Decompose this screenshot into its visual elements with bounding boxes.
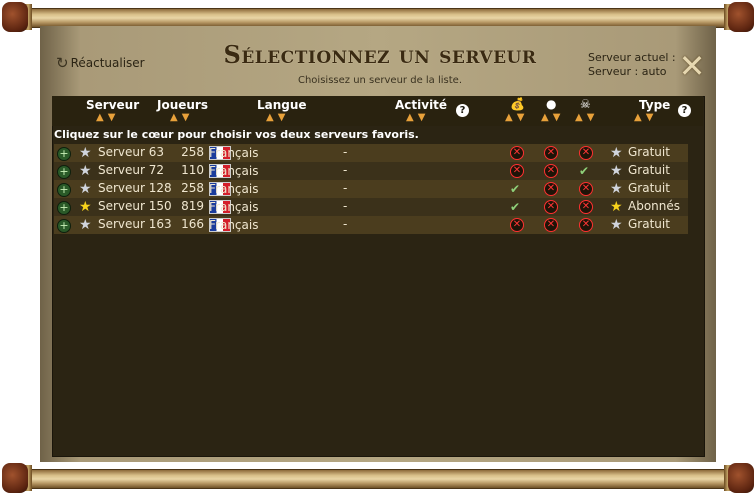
server-name: Serveur 72 xyxy=(98,163,165,177)
favorite-heart-icon[interactable]: + xyxy=(57,219,71,233)
column-activity[interactable]: Activité xyxy=(395,98,447,112)
refresh-icon: ↻ xyxy=(56,54,69,72)
server-activity: - xyxy=(343,217,348,231)
server-players: 258 xyxy=(181,181,204,195)
server-players: 258 xyxy=(181,145,204,159)
sort-arrows-type[interactable]: ▲▼ xyxy=(634,112,657,123)
current-server-label: Serveur actuel : xyxy=(588,51,676,64)
server-type: Gratuit xyxy=(628,145,670,159)
column-server[interactable]: Serveur xyxy=(86,98,139,112)
server-name: Serveur 163 xyxy=(98,217,172,231)
table-row[interactable]: + ★ Serveur 128 258 Français - ✔ ✕ ✕ ★ Gratuit xyxy=(54,180,688,198)
server-type: Gratuit xyxy=(628,163,670,177)
server-type: Gratuit xyxy=(628,217,670,231)
favorite-heart-icon[interactable]: + xyxy=(57,147,71,161)
favorites-hint: Cliquez sur le cœur pour choisir vos deu… xyxy=(54,128,419,141)
sort-arrows-pvp[interactable]: ▲▼ xyxy=(575,112,598,123)
server-activity: - xyxy=(343,145,348,159)
column-header-row xyxy=(52,96,703,126)
page-title: Sélectionnez un serveur xyxy=(223,40,537,69)
server-type: Abonnés xyxy=(628,199,681,213)
server-activity: - xyxy=(343,163,348,177)
favorite-heart-icon[interactable]: + xyxy=(57,201,71,215)
server-name: Serveur 63 xyxy=(98,145,165,159)
sort-arrows-language[interactable]: ▲▼ xyxy=(266,112,289,123)
column-language[interactable]: Langue xyxy=(257,98,307,112)
page-subtitle: Choisissez un serveur de la liste. xyxy=(297,75,462,86)
favorite-heart-icon[interactable]: + xyxy=(57,165,71,179)
table-row[interactable]: + ★ Serveur 72 110 Français - ✕ ✕ ✔ ★ Gratuit xyxy=(54,162,688,180)
type-help-icon[interactable]: ? xyxy=(678,104,691,117)
type-star-icon: ★ xyxy=(610,199,623,215)
current-server-info: Serveur actuel : Serveur : auto xyxy=(588,51,676,79)
column-type[interactable]: Type xyxy=(639,98,670,112)
table-row[interactable]: + ★ Serveur 163 166 Français - ✕ ✕ ✕ ★ Gratuit xyxy=(54,216,688,234)
refresh-button[interactable]: ↻ Réactualiser xyxy=(56,54,145,72)
activity-help-icon[interactable]: ? xyxy=(456,104,469,117)
type-star-icon: ★ xyxy=(610,145,623,161)
server-star-icon: ★ xyxy=(79,217,92,233)
current-server-value: Serveur : auto xyxy=(588,65,667,78)
server-players: 110 xyxy=(181,163,204,177)
favorite-heart-icon[interactable]: + xyxy=(57,183,71,197)
sort-arrows-activity[interactable]: ▲▼ xyxy=(406,112,429,123)
server-star-icon: ★ xyxy=(79,199,92,215)
server-star-icon: ★ xyxy=(79,181,92,197)
sort-arrows-members[interactable]: ▲▼ xyxy=(505,112,528,123)
column-players[interactable]: Joueurs xyxy=(157,98,208,112)
table-row[interactable]: + ★ Serveur 150 819 Français - ✔ ✕ ✕ ★ Abonnés xyxy=(54,198,688,216)
server-name: Serveur 150 xyxy=(98,199,172,213)
refresh-label: Réactualiser xyxy=(70,56,145,70)
sort-arrows-lootshare[interactable]: ▲▼ xyxy=(541,112,564,123)
scroll-bottom-rod xyxy=(0,461,756,495)
server-name: Serveur 128 xyxy=(98,181,172,195)
sort-arrows-players[interactable]: ▲▼ xyxy=(170,112,193,123)
type-star-icon: ★ xyxy=(610,217,623,233)
server-players: 166 xyxy=(181,217,204,231)
skull-icon: ☠ xyxy=(580,97,591,111)
sort-arrows-server[interactable]: ▲▼ xyxy=(96,112,119,123)
server-star-icon: ★ xyxy=(79,145,92,161)
server-rows: + ★ Serveur 63 258 Français - ✕ ✕ ✕ ★ Gratuit + ★ Ser… xyxy=(54,144,688,234)
server-activity: - xyxy=(343,181,348,195)
server-players: 819 xyxy=(181,199,204,213)
money-bag-icon: 💰 xyxy=(510,97,525,111)
close-icon[interactable]: ✕ xyxy=(678,50,706,82)
type-star-icon: ★ xyxy=(610,163,623,179)
server-activity: - xyxy=(343,199,348,213)
server-star-icon: ★ xyxy=(79,163,92,179)
chat-icon: ● xyxy=(546,97,557,111)
server-type: Gratuit xyxy=(628,181,670,195)
table-row[interactable]: + ★ Serveur 63 258 Français - ✕ ✕ ✕ ★ Gratuit xyxy=(54,144,688,162)
type-star-icon: ★ xyxy=(610,181,623,197)
